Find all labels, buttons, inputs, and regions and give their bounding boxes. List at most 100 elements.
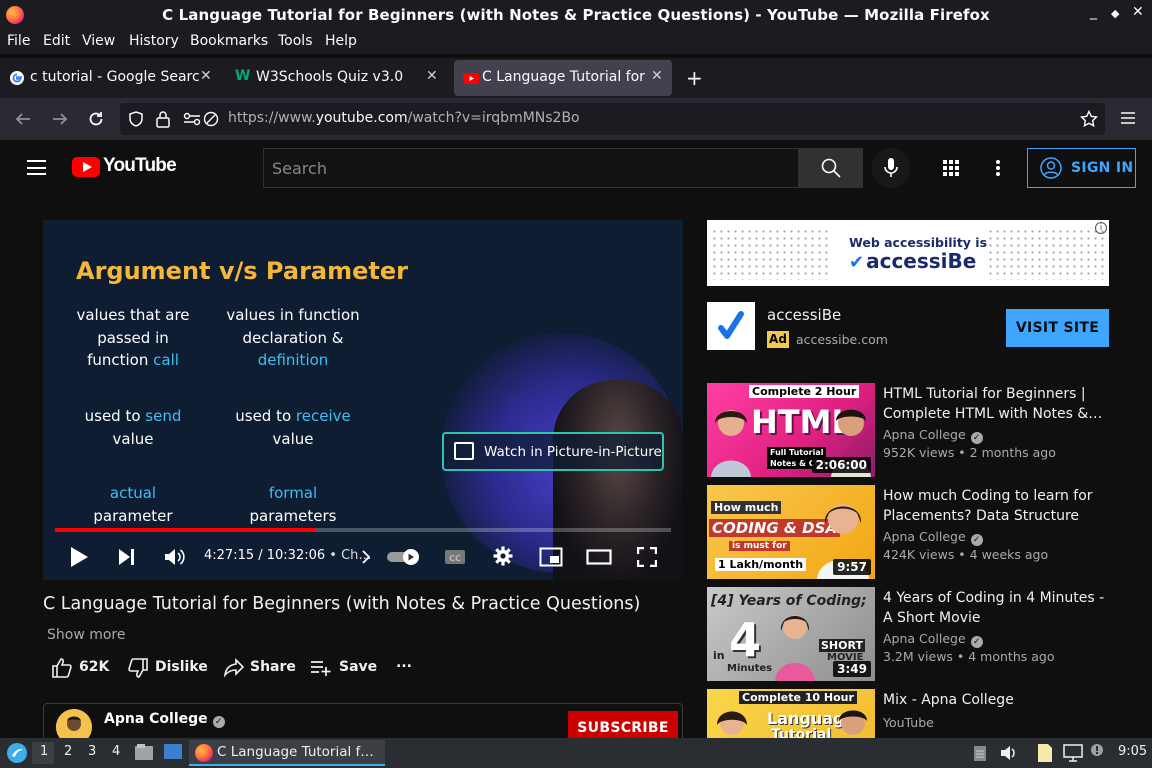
video-player[interactable]: Argument v/s Parameter values that are p… (43, 220, 683, 580)
search-placeholder: Search (272, 159, 327, 178)
microphone-icon (884, 158, 898, 177)
recommendation-item[interactable]: How much CODING & DSA is must for 1 Lakh… (707, 485, 1109, 579)
video-title[interactable]: How much Coding to learn for Placements?… (883, 486, 1105, 526)
permissions-icon[interactable] (183, 112, 201, 126)
captions-icon[interactable]: CC (444, 548, 466, 566)
url-bar[interactable]: https://www.youtube.com/watch?v=irqbmMNs… (120, 103, 1105, 135)
volume-tray-icon[interactable] (1000, 744, 1018, 762)
video-duration: 2:06:00 (811, 457, 871, 473)
video-progress-bar[interactable] (55, 528, 671, 532)
youtube-logo-text[interactable]: YouTube (103, 155, 177, 177)
advertiser-name[interactable]: accessiBe (767, 306, 841, 324)
tab-w3schools[interactable]: W W3Schools Quiz v3.0 ✕ (226, 60, 448, 96)
start-menu-icon[interactable] (6, 742, 28, 764)
settings-gear-icon[interactable] (493, 546, 513, 566)
new-tab-button[interactable]: + (686, 66, 703, 90)
channel-name[interactable]: Apna College ✓ (883, 529, 983, 546)
notification-icon[interactable] (1090, 743, 1104, 757)
chapter-chevron-icon[interactable] (361, 550, 371, 564)
network-icon[interactable] (1062, 743, 1084, 763)
back-arrow-icon[interactable] (14, 110, 32, 128)
youtube-logo-icon[interactable] (72, 157, 100, 177)
show-desktop-icon[interactable] (163, 742, 183, 762)
accessibe-logo-icon (718, 311, 744, 339)
account-icon (1040, 157, 1062, 179)
notes-icon[interactable] (1036, 743, 1054, 763)
menu-edit[interactable]: Edit (43, 33, 70, 49)
video-thumbnail[interactable]: How much CODING & DSA is must for 1 Lakh… (707, 485, 875, 579)
video-title[interactable]: 4 Years of Coding in 4 Minutes - A Short… (883, 588, 1105, 628)
apps-grid-icon[interactable] (943, 160, 959, 176)
hamburger-menu-icon[interactable] (27, 160, 46, 175)
ad-info-icon[interactable]: i (1095, 222, 1107, 234)
channel-name[interactable]: YouTube (883, 715, 934, 730)
fullscreen-icon[interactable] (637, 547, 657, 567)
miniplayer-icon[interactable] (539, 547, 563, 567)
ad-banner[interactable]: Web accessibility is ✔ accessiBe (707, 220, 1109, 286)
next-video-icon[interactable] (118, 548, 136, 566)
menu-bookmarks[interactable]: Bookmarks (190, 33, 268, 49)
workspace-3[interactable]: 3 (88, 744, 96, 759)
recommendation-item[interactable]: Complete 2 Hour HTML Full Tutorial Notes… (707, 383, 1109, 477)
volume-icon[interactable] (164, 547, 186, 567)
ad-advertiser-row: accessiBe Ad accessibe.com VISIT SITE (707, 302, 1109, 350)
more-actions-button[interactable]: ... (396, 655, 412, 671)
url-text[interactable]: https://www.youtube.com/watch?v=irqbmMNs… (228, 110, 580, 126)
menu-history[interactable]: History (129, 33, 179, 49)
search-input[interactable]: Search (263, 148, 799, 188)
video-title[interactable]: HTML Tutorial for Beginners | Complete H… (883, 384, 1105, 424)
system-clock[interactable]: 9:05 (1118, 744, 1147, 759)
sign-in-button[interactable]: SIGN IN (1027, 148, 1136, 188)
tab-label: W3Schools Quiz v3.0 (256, 69, 404, 85)
channel-name[interactable]: Apna College ✓ (883, 631, 983, 648)
lock-icon[interactable] (155, 110, 171, 128)
settings-more-icon[interactable] (995, 159, 1001, 177)
tab-google-search[interactable]: c tutorial - Google Search ✕ (0, 60, 222, 96)
close-tab-icon[interactable]: ✕ (426, 68, 438, 84)
shield-icon[interactable] (128, 111, 144, 127)
play-icon[interactable] (69, 546, 89, 568)
channel-name[interactable]: Apna College ✓ (104, 711, 225, 728)
video-title[interactable]: Mix - Apna College (883, 690, 1105, 710)
search-button[interactable] (799, 148, 863, 188)
advertiser-domain[interactable]: accessibe.com (796, 332, 888, 347)
visit-site-button[interactable]: VISIT SITE (1006, 309, 1109, 347)
workspace-2[interactable]: 2 (64, 744, 72, 759)
advertiser-logo[interactable] (707, 302, 755, 350)
recommendation-item[interactable]: [4] Years of Coding; 4 in Minutes SHORT … (707, 587, 1109, 681)
thumbnail-presenter-left (717, 711, 747, 735)
workspace-1[interactable]: 1 (40, 744, 48, 759)
close-tab-icon[interactable]: ✕ (651, 68, 663, 84)
minimize-button[interactable]: _ (1090, 4, 1097, 20)
clipboard-icon[interactable] (973, 744, 987, 762)
thumbnail-presenter (775, 615, 815, 681)
menu-tools[interactable]: Tools (278, 33, 313, 49)
app-menu-icon[interactable] (1121, 112, 1135, 124)
bookmark-star-icon[interactable] (1080, 110, 1098, 128)
forward-arrow-icon[interactable] (51, 110, 69, 128)
close-window-button[interactable]: ✕ (1132, 4, 1144, 20)
video-thumbnail[interactable]: [4] Years of Coding; 4 in Minutes SHORT … (707, 587, 875, 681)
slide-left-column-2: used to send value (84, 407, 182, 448)
taskbar-firefox-task[interactable]: C Language Tutorial f… (189, 740, 385, 766)
menu-file[interactable]: File (7, 33, 30, 49)
workspace-4[interactable]: 4 (112, 744, 120, 759)
video-meta: 3.2M views • 4 months ago (883, 649, 1055, 664)
autoplay-blocked-icon[interactable] (203, 111, 219, 127)
menu-help[interactable]: Help (325, 33, 357, 49)
picture-in-picture-button[interactable]: Watch in Picture-in-Picture (442, 432, 664, 471)
show-more-button[interactable]: Show more (47, 627, 126, 643)
reload-icon[interactable] (87, 110, 105, 128)
menu-view[interactable]: View (82, 33, 115, 49)
file-manager-icon[interactable] (134, 742, 154, 762)
autoplay-toggle-icon[interactable] (386, 548, 422, 566)
tab-youtube-active[interactable]: C Language Tutorial for B ✕ (454, 60, 672, 96)
video-thumbnail[interactable]: Complete 2 Hour HTML Full Tutorial Notes… (707, 383, 875, 477)
close-tab-icon[interactable]: ✕ (200, 68, 212, 84)
maximize-button[interactable]: ◆ (1111, 7, 1119, 20)
video-thumbnail[interactable]: Complete 10 Hour Language Tutorial (707, 689, 875, 738)
theater-mode-icon[interactable] (586, 548, 612, 566)
voice-search-button[interactable] (871, 148, 911, 188)
recommendation-item[interactable]: Complete 10 Hour Language Tutorial Mix -… (707, 689, 1109, 738)
channel-name[interactable]: Apna College ✓ (883, 427, 983, 444)
